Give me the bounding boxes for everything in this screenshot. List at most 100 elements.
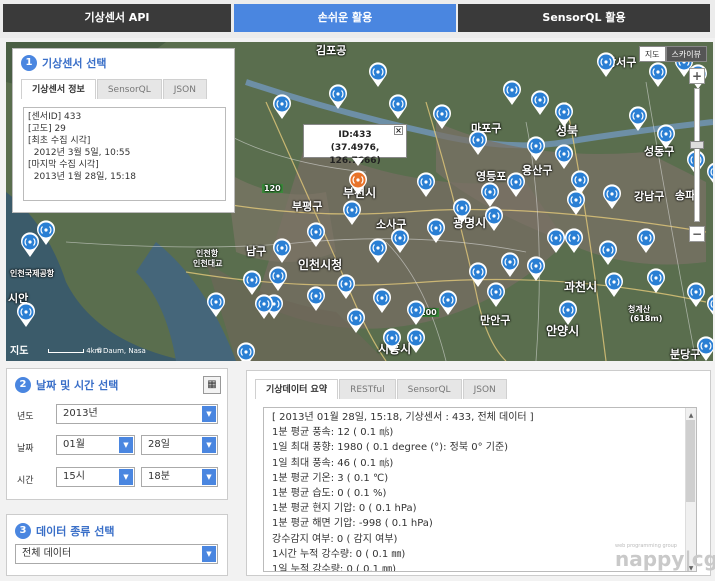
- summary-line: 1분 평균 습도: 0 ( 0.1 %): [272, 488, 387, 500]
- day-select[interactable]: 28일 ▼: [141, 435, 218, 455]
- sensor-pin-icon[interactable]: [254, 294, 274, 320]
- sensor-pin-icon[interactable]: [432, 104, 452, 130]
- sensor-pin-icon[interactable]: [372, 288, 392, 314]
- sensor-pin-icon[interactable]: [526, 256, 546, 282]
- sensor-pin-icon[interactable]: [530, 90, 550, 116]
- sensor-pin-icon[interactable]: [566, 190, 586, 216]
- sensor-pin-icon[interactable]: [506, 172, 526, 198]
- scroll-up-icon[interactable]: ▲: [686, 408, 696, 419]
- sensor-pin-icon[interactable]: [306, 286, 326, 312]
- map-label-gangnam: 강남구: [634, 190, 665, 203]
- sensor-pin-icon[interactable]: [406, 328, 426, 354]
- sensor-pin-icon[interactable]: [598, 240, 618, 266]
- sensor-pin-icon[interactable]: [336, 274, 356, 300]
- sensor-pin-icon[interactable]: [686, 282, 706, 308]
- zoom-out-button[interactable]: −: [689, 226, 705, 242]
- sensor-pin-icon[interactable]: [468, 262, 488, 288]
- map-label-incheon-city: 인천시청: [298, 258, 343, 272]
- chevron-down-icon: ▼: [119, 437, 133, 453]
- year-label: 년도: [17, 412, 34, 422]
- sensor-pin-icon[interactable]: [438, 290, 458, 316]
- tab-json[interactable]: JSON: [162, 79, 207, 99]
- sensor-pin-icon[interactable]: [706, 162, 713, 188]
- tab-sensorql-use[interactable]: SensorQL 활용: [458, 4, 710, 32]
- scrollbar-thumb[interactable]: [686, 420, 695, 502]
- sensor-pin-icon[interactable]: [696, 336, 713, 361]
- zoom-in-button[interactable]: +: [689, 68, 705, 84]
- sensor-pin-icon[interactable]: [368, 62, 388, 88]
- data-type-select[interactable]: 전체 데이터 ▼: [15, 544, 218, 564]
- sensor-pin-icon[interactable]: [406, 300, 426, 326]
- sensor-pin-icon[interactable]: [272, 238, 292, 264]
- summary-line: 1분 평균 풍속: 12 ( 0.1 ㎧): [272, 427, 394, 439]
- sensor-pin-icon[interactable]: [564, 228, 584, 254]
- close-icon[interactable]: ×: [394, 126, 403, 135]
- tab-weather-sensor-api[interactable]: 기상센서 API: [3, 4, 231, 32]
- sensor-pin-icon[interactable]: [468, 130, 488, 156]
- sensor-pin-icon[interactable]: [452, 198, 472, 224]
- sensor-pin-icon[interactable]: [558, 300, 578, 326]
- tab-restful[interactable]: RESTful: [339, 379, 396, 399]
- sensor-popup: ID:433 (37.4976, 126.7666) ×: [303, 124, 407, 166]
- map-label-bupyeong: 부평구: [292, 200, 323, 213]
- sensor-pin-icon[interactable]: [342, 200, 362, 226]
- sensor-pin-icon[interactable]: [236, 342, 256, 361]
- sensor-pin-icon[interactable]: [16, 302, 36, 328]
- tab-sensor-info[interactable]: 기상센서 정보: [21, 79, 96, 99]
- selected-sensor-pin-icon[interactable]: [348, 170, 368, 196]
- sensor-pin-icon[interactable]: [648, 62, 668, 88]
- day-value: 28일: [148, 439, 170, 450]
- tab-weather-summary[interactable]: 기상데이터 요약: [255, 379, 339, 399]
- sensor-pin-icon[interactable]: [306, 222, 326, 248]
- sensor-pin-icon[interactable]: [628, 106, 648, 132]
- sensor-pin-icon[interactable]: [368, 238, 388, 264]
- map-type-skyview-button[interactable]: 스카이뷰: [665, 46, 707, 62]
- sensor-pin-icon[interactable]: [554, 144, 574, 170]
- sensor-pin-icon[interactable]: [554, 102, 574, 128]
- sensor-pin-icon[interactable]: [706, 294, 713, 320]
- tab-sensorql[interactable]: SensorQL: [96, 79, 162, 99]
- sensor-pin-icon[interactable]: [526, 136, 546, 162]
- sensor-pin-icon[interactable]: [546, 228, 566, 254]
- tab-json[interactable]: JSON: [462, 379, 507, 399]
- zoom-slider-handle[interactable]: [690, 141, 704, 149]
- calendar-icon[interactable]: ▦: [203, 376, 221, 394]
- year-select[interactable]: 2013년 ▼: [56, 404, 218, 424]
- sensor-pin-icon[interactable]: [646, 268, 666, 294]
- month-value: 01월: [63, 439, 85, 450]
- minute-select[interactable]: 18분 ▼: [141, 467, 218, 487]
- sensor-pin-icon[interactable]: [416, 172, 436, 198]
- map-label-gimpo: 김포공: [316, 44, 347, 57]
- sensor-pin-icon[interactable]: [390, 228, 410, 254]
- sensor-info-text[interactable]: [센서ID] 433 [고도] 29 [최초 수집 시각] 2012년 3월 5…: [23, 107, 226, 201]
- sensor-pin-icon[interactable]: [346, 308, 366, 334]
- sensor-pin-icon[interactable]: [328, 84, 348, 110]
- sensor-pin-icon[interactable]: [596, 52, 616, 78]
- hour-select[interactable]: 15시 ▼: [56, 467, 135, 487]
- sensor-pin-icon[interactable]: [242, 270, 262, 296]
- tab-easy-use[interactable]: 손쉬운 활용: [234, 4, 456, 32]
- sensor-pin-icon[interactable]: [484, 206, 504, 232]
- map-type-map-button[interactable]: 지도: [638, 46, 666, 62]
- zoom-slider-track[interactable]: [690, 88, 704, 222]
- sensor-pin-icon[interactable]: [206, 292, 226, 318]
- summary-line: 1분 평균 해면 기압: -998 ( 0.1 hPa): [272, 518, 433, 530]
- map-label-incheon-airport: 인천국제공항: [10, 269, 55, 278]
- sensor-pin-icon[interactable]: [480, 182, 500, 208]
- tab-sensorql[interactable]: SensorQL: [396, 379, 462, 399]
- month-select[interactable]: 01월 ▼: [56, 435, 135, 455]
- sensor-pin-icon[interactable]: [656, 124, 676, 150]
- sensor-pin-icon[interactable]: [636, 228, 656, 254]
- sensor-pin-icon[interactable]: [602, 184, 622, 210]
- sensor-pin-icon[interactable]: [272, 94, 292, 120]
- sensor-pin-icon[interactable]: [388, 94, 408, 120]
- sensor-pin-icon[interactable]: [486, 282, 506, 308]
- sensor-pin-icon[interactable]: [268, 266, 288, 292]
- sensor-pin-icon[interactable]: [382, 328, 402, 354]
- map-logo: 지도: [10, 346, 29, 357]
- sensor-pin-icon[interactable]: [604, 272, 624, 298]
- sensor-pin-icon[interactable]: [36, 220, 56, 246]
- sensor-pin-icon[interactable]: [500, 252, 520, 278]
- sensor-pin-icon[interactable]: [426, 218, 446, 244]
- sensor-pin-icon[interactable]: [502, 80, 522, 106]
